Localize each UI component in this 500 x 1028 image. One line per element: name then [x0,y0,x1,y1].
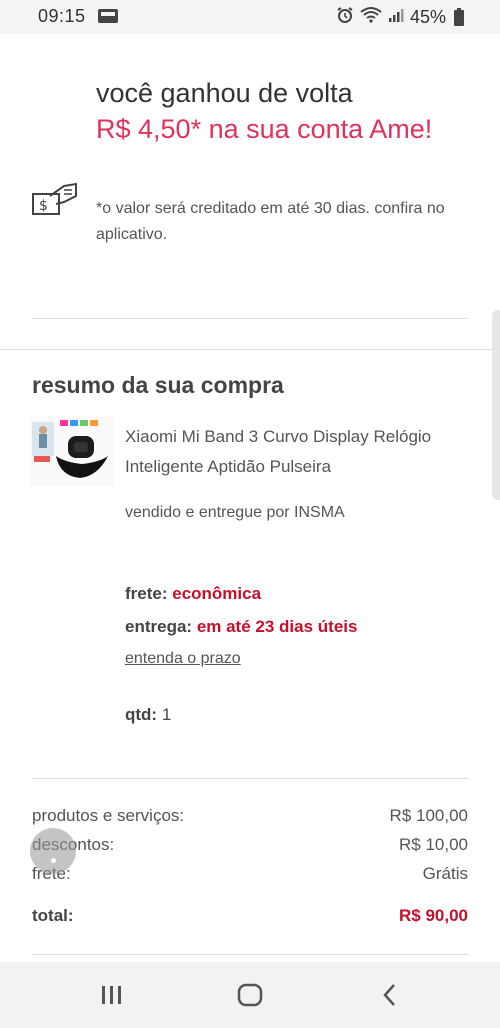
totals-row-products: produtos e serviços: R$ 100,00 [32,806,468,826]
quantity-value: 1 [161,705,172,724]
divider [32,954,468,955]
status-icons: 45% [336,6,464,29]
sim-card-icon [98,9,118,23]
alarm-icon [336,6,354,29]
delivery-value: em até 23 dias úteis [196,617,358,636]
svg-text:$: $ [39,198,48,214]
back-icon[interactable] [370,980,410,1010]
shipping-value: econômica [172,584,262,603]
total-label: total: [32,906,74,925]
cashback-amount: R$ 4,50* na sua conta Ame! [96,114,433,144]
delivery-label: entrega: [125,617,193,636]
totals-value: R$ 10,00 [399,835,468,854]
status-bar: 09:15 45% [0,0,500,34]
status-time: 09:15 [38,6,86,26]
seller-info: vendido e entregue por INSMA [125,504,345,521]
cashback-note: *o valor será creditado em até 30 dias. … [96,200,445,243]
divider [32,318,468,319]
shipping-label: frete: [125,584,168,603]
product-name[interactable]: Xiaomi Mi Band 3 Curvo Display Relógio I… [125,422,465,482]
recents-icon[interactable] [92,980,132,1010]
delivery-estimate: entrega: em até 23 dias úteis [125,617,357,637]
totals-label: produtos e serviços: [32,806,185,825]
home-icon[interactable] [230,980,270,1010]
quantity-label: qtd: [125,705,158,724]
totals-row-total: total: R$ 90,00 [32,906,468,926]
product-thumbnail[interactable] [30,416,114,486]
system-nav-bar [0,962,500,1028]
summary-title: resumo da sua compra [32,372,284,398]
totals-value: R$ 100,00 [389,806,468,825]
cashback-title: você ganhou de volta [96,78,353,108]
divider [0,349,500,350]
wifi-icon [360,6,382,29]
shipping-method: frete: econômica [125,584,261,604]
divider [32,778,468,779]
quantity: qtd: 1 [125,705,171,725]
cash-hand-icon: $ [30,180,80,225]
total-value: R$ 90,00 [399,906,468,925]
totals-row-discounts: descontos: R$ 10,00 [32,835,468,855]
totals-row-shipping: frete: Grátis [32,864,468,884]
understand-deadline-link[interactable]: entenda o prazo [125,650,241,668]
signal-icon [388,7,404,28]
totals-value: Grátis [422,864,468,883]
edge-panel-handle[interactable] [492,310,500,500]
cashback-section: você ganhou de volta R$ 4,50* na sua con… [0,34,500,334]
battery-percent: 45% [409,7,446,27]
battery-icon [454,7,464,26]
floating-action-button[interactable] [30,828,76,874]
